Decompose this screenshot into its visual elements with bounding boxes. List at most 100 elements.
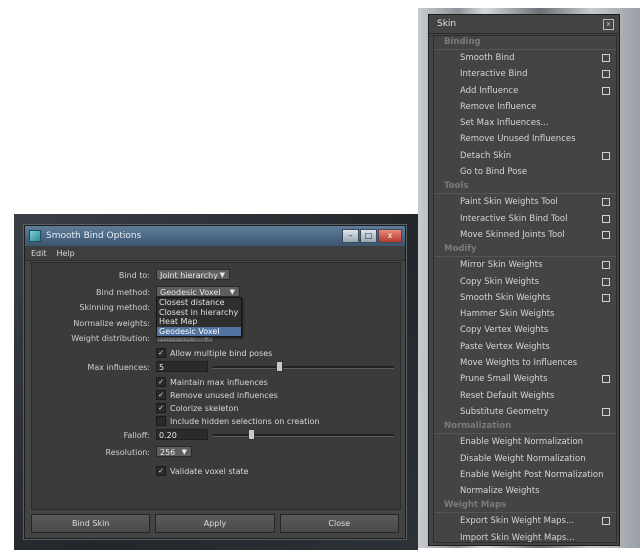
- option-heat-map[interactable]: Heat Map: [157, 317, 241, 327]
- option-box-icon[interactable]: [602, 517, 610, 526]
- menu-item-go-to-bind-pose[interactable]: Go to Bind Pose: [434, 164, 616, 180]
- menu-item-label: Normalize Weights: [460, 486, 540, 497]
- option-box-icon[interactable]: [602, 277, 610, 286]
- allow-multiple-bind-poses-checkbox[interactable]: ✓ Allow multiple bind poses: [156, 348, 272, 358]
- menu-item-reset-default-weights[interactable]: Reset Default Weights: [434, 388, 616, 404]
- falloff-slider[interactable]: [212, 434, 394, 437]
- option-box-icon[interactable]: [602, 375, 610, 384]
- menu-item-label: Enable Weight Normalization: [460, 437, 584, 448]
- window-controls: – □ x: [342, 229, 402, 243]
- dialog-title: Smooth Bind Options: [46, 231, 142, 241]
- menu-item-copy-skin-weights[interactable]: Copy Skin Weights: [434, 274, 616, 290]
- option-box-icon[interactable]: [602, 54, 610, 62]
- bind-method-dropdown[interactable]: Geodesic Voxel ▼: [156, 286, 240, 297]
- menu-item-move-skinned-joints-tool[interactable]: Move Skinned Joints Tool: [434, 227, 616, 243]
- menu-item-interactive-skin-bind-tool[interactable]: Interactive Skin Bind Tool: [434, 211, 616, 227]
- menu-item-enable-weight-post-normalization[interactable]: Enable Weight Post Normalization: [434, 467, 616, 483]
- menu-item-enable-weight-normalization[interactable]: Enable Weight Normalization: [434, 434, 616, 450]
- minimize-button[interactable]: –: [342, 229, 359, 243]
- menu-help[interactable]: Help: [57, 249, 75, 258]
- menu-item-remove-influence[interactable]: Remove Influence: [434, 99, 616, 115]
- normalize-weights-label: Normalize weights:: [73, 319, 150, 328]
- option-box-icon[interactable]: [602, 198, 610, 207]
- skinning-method-label: Skinning method:: [79, 303, 150, 312]
- resolution-value: 256: [160, 448, 176, 457]
- option-box-icon[interactable]: [602, 261, 610, 270]
- falloff-field[interactable]: 0.20: [156, 429, 208, 440]
- resolution-dropdown[interactable]: 256 ▼: [156, 446, 192, 457]
- falloff-slider-handle[interactable]: [248, 429, 256, 440]
- menu-item-label: Paint Skin Weights Tool: [460, 197, 558, 208]
- menu-item-label: Paste Vertex Weights: [460, 341, 550, 352]
- smooth-bind-options-dialog: Smooth Bind Options – □ x Edit Help Bind…: [24, 225, 406, 539]
- menu-item-disable-weight-normalization[interactable]: Disable Weight Normalization: [434, 451, 616, 467]
- menu-item-copy-vertex-weights[interactable]: Copy Vertex Weights: [434, 322, 616, 338]
- apply-button[interactable]: Apply: [155, 514, 275, 533]
- menu-item-label: Go to Bind Pose: [460, 167, 528, 178]
- menu-edit[interactable]: Edit: [31, 249, 47, 258]
- menu-item-paste-vertex-weights[interactable]: Paste Vertex Weights: [434, 339, 616, 355]
- menu-item-normalize-weights[interactable]: Normalize Weights: [434, 483, 616, 499]
- menu-item-prune-small-weights[interactable]: Prune Small Weights: [434, 371, 616, 387]
- chevron-down-icon: ▼: [219, 271, 225, 279]
- menu-item-remove-unused-influences[interactable]: Remove Unused Influences: [434, 131, 616, 147]
- bind-method-options-list: Closest distance Closest in hierarchy He…: [156, 297, 242, 337]
- menu-item-label: Interactive Bind: [460, 69, 528, 80]
- menu-item-label: Move Skinned Joints Tool: [460, 229, 565, 240]
- menu-item-paint-skin-weights-tool[interactable]: Paint Skin Weights Tool: [434, 194, 616, 210]
- close-window-button[interactable]: x: [378, 229, 402, 243]
- checkbox-label: Include hidden selections on creation: [170, 416, 320, 426]
- checkbox-label: Remove unused influences: [170, 390, 278, 400]
- menu-item-hammer-skin-weights[interactable]: Hammer Skin Weights: [434, 306, 616, 322]
- falloff-label: Falloff:: [123, 431, 150, 440]
- option-box-icon[interactable]: [602, 151, 610, 160]
- checkbox-label: Validate voxel state: [170, 466, 249, 476]
- menu-item-label: Copy Vertex Weights: [460, 325, 549, 336]
- menu-item-smooth-skin-weights[interactable]: Smooth Skin Weights: [434, 290, 616, 306]
- checkbox-label: Allow multiple bind poses: [170, 348, 273, 358]
- colorize-skeleton-checkbox[interactable]: ✓ Colorize skeleton: [156, 403, 238, 413]
- options-panel: Bind to: Joint hierarchy ▼ Bind method: …: [31, 262, 401, 510]
- menu-item-move-weights-to-influences[interactable]: Move Weights to Influences: [434, 355, 616, 371]
- remove-unused-influences-checkbox[interactable]: ✓ Remove unused influences: [156, 390, 278, 400]
- checkbox-label: Maintain max influences: [170, 377, 268, 387]
- maximize-button[interactable]: □: [360, 229, 377, 243]
- menu-item-interactive-bind[interactable]: Interactive Bind: [434, 66, 616, 82]
- chevron-down-icon: ▼: [181, 448, 187, 456]
- maya-app-icon: [29, 230, 41, 242]
- menu-item-substitute-geometry[interactable]: Substitute Geometry: [434, 404, 616, 420]
- menu-item-label: Reset Default Weights: [460, 390, 555, 401]
- close-button[interactable]: Close: [279, 514, 399, 533]
- menu-item-mirror-skin-weights[interactable]: Mirror Skin Weights: [434, 257, 616, 273]
- include-hidden-selections-checkbox[interactable]: Include hidden selections on creation: [156, 416, 319, 426]
- option-box-icon[interactable]: [602, 214, 610, 223]
- max-influences-slider[interactable]: [212, 366, 394, 369]
- menu-item-export-skin-weight-maps[interactable]: Export Skin Weight Maps...: [434, 513, 616, 529]
- validate-voxel-state-checkbox[interactable]: ✓ Validate voxel state: [156, 466, 249, 476]
- close-icon[interactable]: x: [603, 18, 614, 30]
- menu-item-label: Mirror Skin Weights: [460, 260, 543, 271]
- bind-skin-button[interactable]: Bind Skin: [31, 514, 151, 533]
- option-box-icon[interactable]: [602, 70, 610, 79]
- menu-item-detach-skin[interactable]: Detach Skin: [434, 148, 616, 164]
- option-closest-in-hierarchy[interactable]: Closest in hierarchy: [157, 308, 241, 318]
- max-influences-slider-handle[interactable]: [275, 361, 283, 372]
- dialog-title-bar[interactable]: Smooth Bind Options – □ x: [25, 226, 405, 246]
- option-box-icon[interactable]: [602, 86, 610, 95]
- maintain-max-influences-checkbox[interactable]: ✓ Maintain max influences: [156, 377, 268, 387]
- menu-item-label: Disable Weight Normalization: [460, 453, 586, 464]
- max-influences-field[interactable]: 5: [156, 361, 208, 372]
- menu-item-smooth-bind[interactable]: Smooth Bind: [434, 50, 616, 66]
- option-closest-distance[interactable]: Closest distance: [157, 298, 241, 308]
- option-geodesic-voxel[interactable]: Geodesic Voxel: [157, 326, 241, 336]
- skin-menu-title-bar[interactable]: Skin x: [429, 15, 619, 34]
- bind-to-dropdown[interactable]: Joint hierarchy ▼: [156, 269, 230, 280]
- option-box-icon[interactable]: [602, 230, 610, 239]
- option-box-icon[interactable]: [602, 407, 610, 416]
- menu-item-label: Set Max Influences...: [460, 118, 549, 129]
- option-box-icon[interactable]: [602, 293, 610, 302]
- menu-item-add-influence[interactable]: Add Influence: [434, 83, 616, 99]
- menu-item-set-max-influences[interactable]: Set Max Influences...: [434, 115, 616, 131]
- menu-item-import-skin-weight-maps[interactable]: Import Skin Weight Maps...: [434, 530, 616, 546]
- section-header-normalization: Normalization: [434, 420, 616, 435]
